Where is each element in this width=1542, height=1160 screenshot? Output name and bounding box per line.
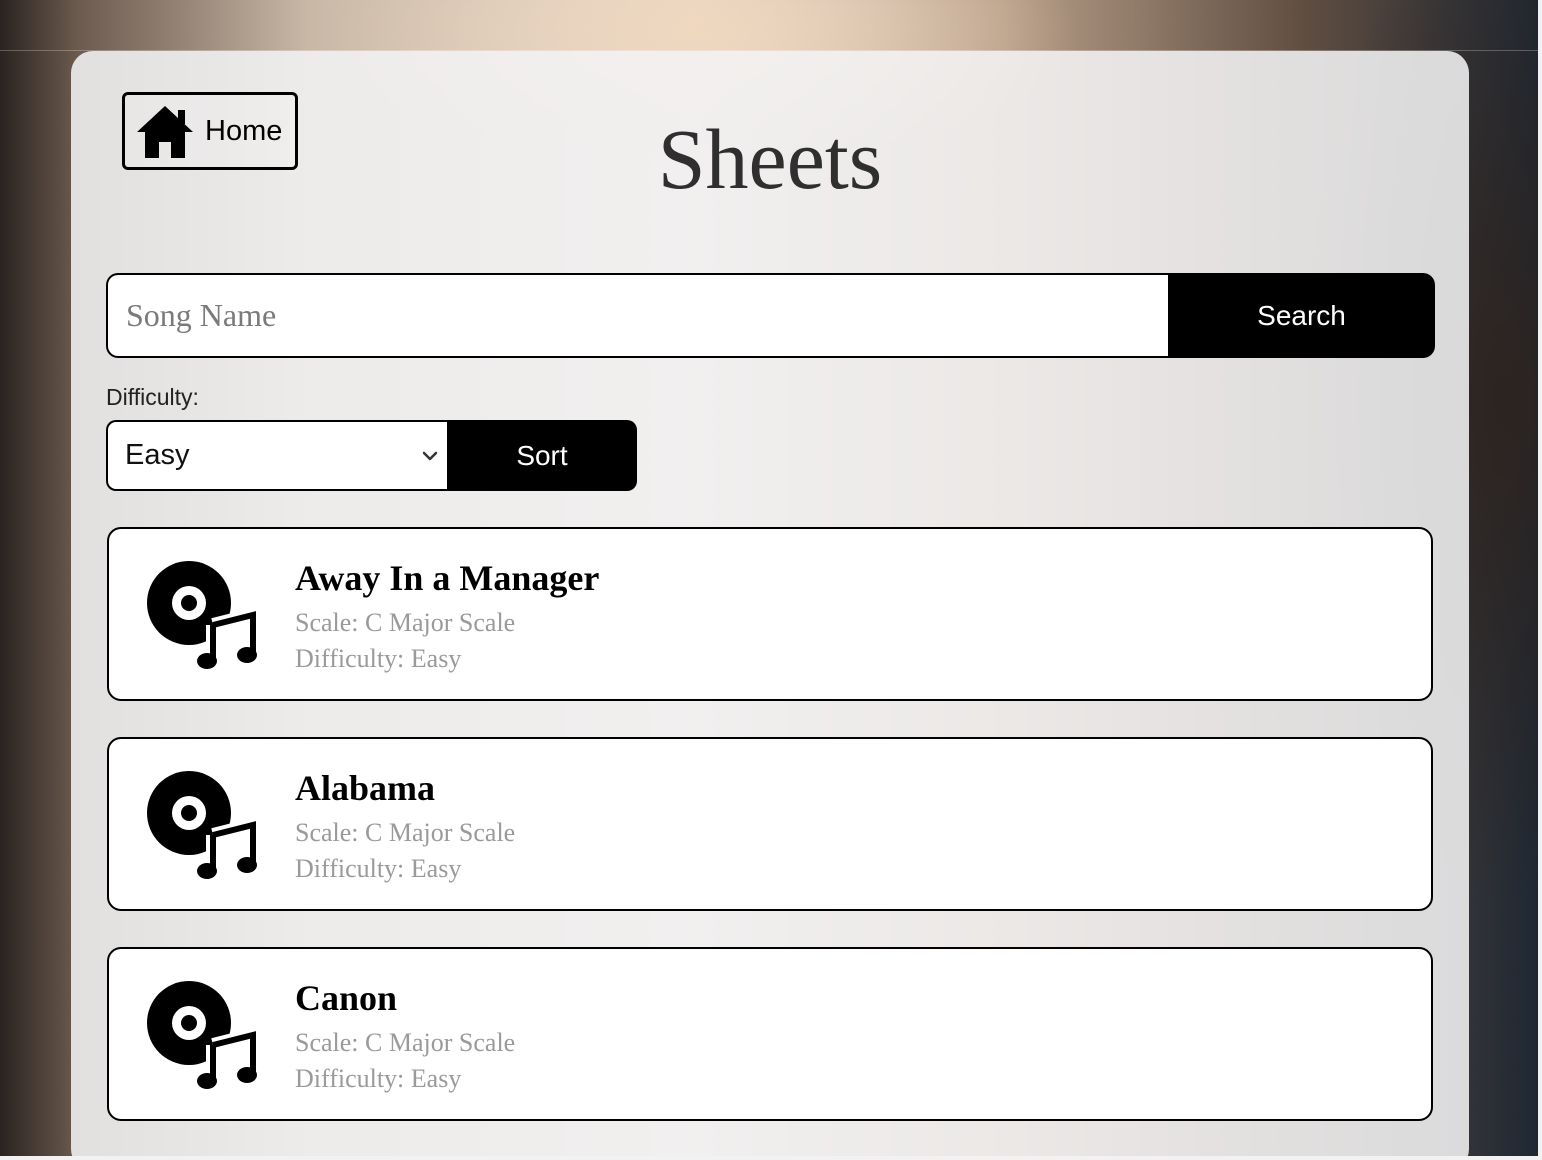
sort-button[interactable]: Sort	[447, 420, 637, 491]
window-edge-right	[1538, 0, 1542, 1160]
difficulty-label: Difficulty:	[106, 384, 199, 410]
song-card[interactable]: Canon Scale: C Major Scale Difficulty: E…	[107, 947, 1433, 1121]
song-card[interactable]: Alabama Scale: C Major Scale Difficulty:…	[107, 737, 1433, 911]
music-disc-icon	[147, 771, 257, 879]
song-difficulty: Difficulty: Easy	[295, 1064, 462, 1093]
difficulty-select-value: Easy	[125, 439, 190, 471]
song-difficulty: Difficulty: Easy	[295, 854, 462, 883]
music-disc-icon	[147, 981, 257, 1089]
search-input[interactable]	[106, 273, 1168, 358]
search-button[interactable]: Search	[1168, 273, 1435, 358]
song-title: Canon	[295, 978, 398, 1018]
window-edge-bottom	[0, 1156, 1542, 1160]
song-title: Away In a Manager	[295, 558, 600, 598]
song-scale: Scale: C Major Scale	[295, 818, 516, 847]
page-title: Sheets	[657, 111, 883, 207]
song-title: Alabama	[295, 768, 436, 808]
song-scale: Scale: C Major Scale	[295, 1028, 516, 1057]
difficulty-select[interactable]: Easy	[106, 420, 447, 491]
search-bar: Search	[106, 273, 1435, 358]
sort-controls: Easy Sort	[106, 420, 637, 491]
main-panel: Home Sheets Search Difficulty: Easy Sort…	[71, 51, 1469, 1160]
song-scale: Scale: C Major Scale	[295, 608, 516, 637]
chevron-down-icon	[422, 451, 438, 460]
song-difficulty: Difficulty: Easy	[295, 644, 462, 673]
song-card[interactable]: Away In a Manager Scale: C Major Scale D…	[107, 527, 1433, 701]
music-disc-icon	[147, 561, 257, 669]
